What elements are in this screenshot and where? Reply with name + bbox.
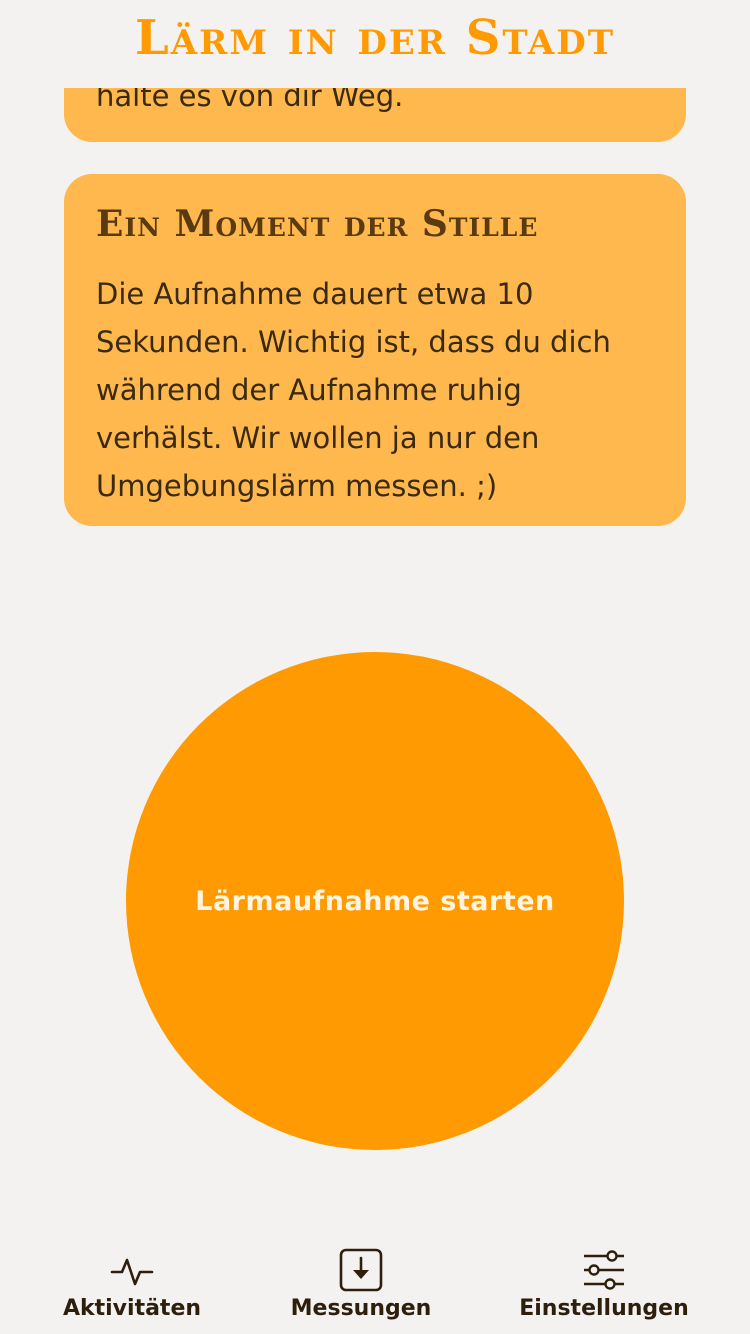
activity-icon bbox=[110, 1258, 154, 1286]
sliders-icon bbox=[584, 1250, 624, 1290]
info-card-previous: halte es von dir Weg. bbox=[64, 88, 686, 142]
content-scroll-area[interactable]: halte es von dir Weg. Ein Moment der Sti… bbox=[0, 88, 750, 1238]
download-icon bbox=[339, 1248, 383, 1292]
bottom-navigation: Aktivitäten Messungen Einstellungen bbox=[0, 1238, 750, 1334]
start-recording-button[interactable]: Lärmaufnahme starten bbox=[126, 652, 624, 1150]
info-card-previous-text: halte es von dir Weg. bbox=[96, 88, 404, 113]
info-card-text: Die Aufnahme dauert etwa 10 Sekunden. Wi… bbox=[96, 277, 611, 503]
nav-item-einstellungen[interactable]: Einstellungen bbox=[518, 1238, 690, 1334]
info-card-heading: Ein Moment der Stille bbox=[96, 203, 539, 245]
start-recording-label: Lärmaufnahme starten bbox=[195, 885, 555, 917]
info-card-moment: Ein Moment der Stille Die Aufnahme dauer… bbox=[64, 174, 686, 526]
nav-label-einstellungen: Einstellungen bbox=[519, 1296, 689, 1321]
nav-item-messungen[interactable]: Messungen bbox=[286, 1238, 436, 1334]
nav-label-messungen: Messungen bbox=[290, 1296, 432, 1321]
app-title: Lärm in der Stadt bbox=[134, 10, 616, 66]
nav-item-aktivitaeten[interactable]: Aktivitäten bbox=[62, 1238, 202, 1334]
nav-label-aktivitaeten: Aktivitäten bbox=[62, 1296, 202, 1321]
